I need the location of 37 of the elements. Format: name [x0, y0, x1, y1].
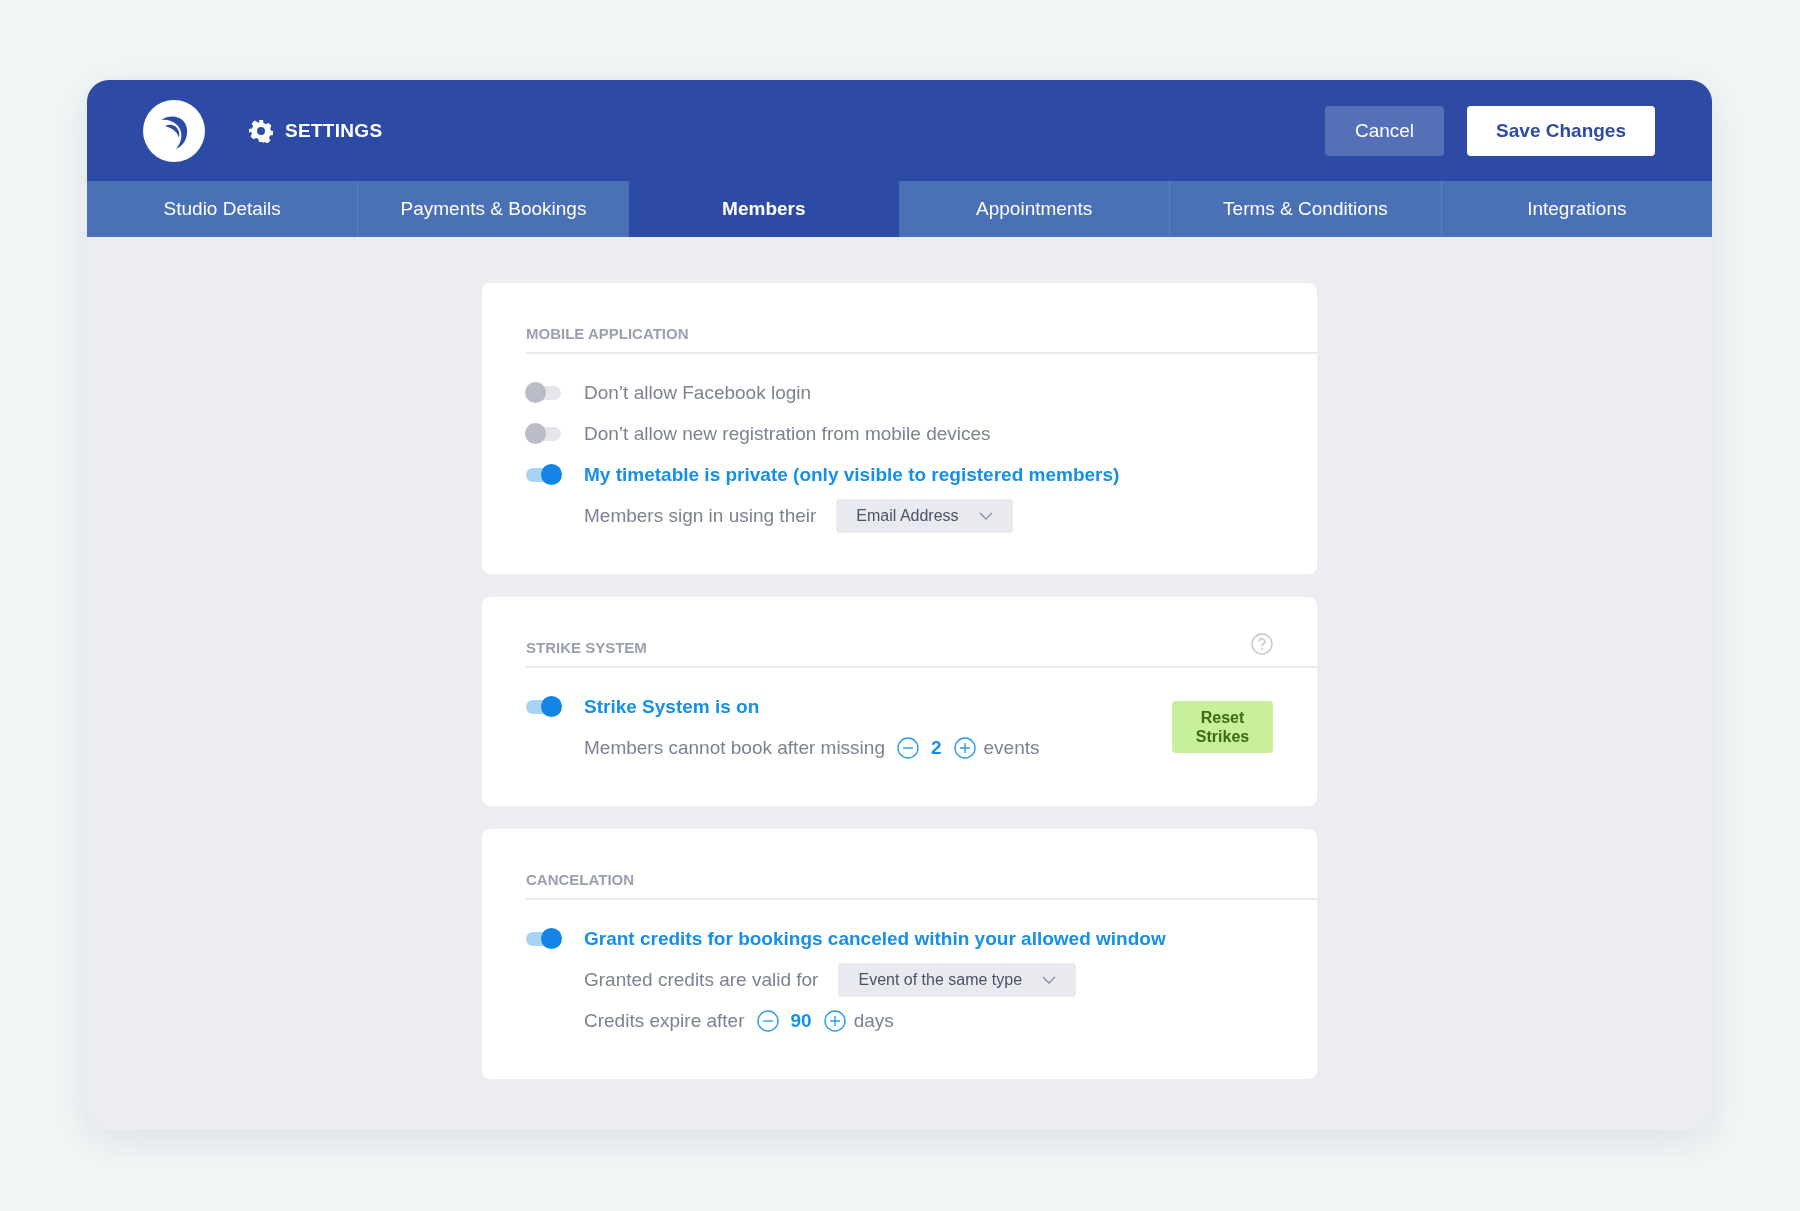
toggle-switch[interactable] [526, 467, 561, 482]
chevron-icon [1042, 975, 1057, 984]
chevron-icon [978, 511, 993, 520]
stepper-value: 2 [930, 736, 942, 759]
section-title: CANCELATION [526, 871, 635, 888]
plus-button[interactable] [823, 1009, 846, 1032]
field-label: Granted credits are valid for [584, 968, 819, 991]
reset-button[interactable]: Reset Strikes [1172, 701, 1273, 753]
tab[interactable]: Members [628, 181, 899, 237]
toggle-label: Don’t allow Facebook login [584, 381, 812, 404]
dropdown[interactable]: Email Address [836, 498, 1013, 533]
plus-button[interactable] [953, 736, 976, 759]
page-title: SETTINGS [285, 119, 383, 142]
toggle-switch[interactable] [526, 699, 561, 714]
toggle-label: Grant credits for bookings canceled within your allowed window [584, 927, 1166, 950]
settings-icon [249, 118, 273, 143]
field-label: Members cannot book after missing [584, 736, 885, 759]
minus-button[interactable] [896, 736, 919, 759]
dropdown[interactable]: Event of the same type [838, 962, 1077, 997]
stepper-value: 90 [790, 1009, 812, 1032]
section-title: STRIKE SYSTEM [526, 639, 647, 656]
unit-label: events [983, 736, 1040, 759]
save-button[interactable]: Save Changes [1467, 105, 1655, 156]
toggle-label: Strike System is on [584, 695, 760, 718]
minus-button[interactable] [756, 1009, 779, 1032]
toggle-label: My timetable is private (only visible to registered members) [584, 463, 1120, 486]
field-label: Credits expire after [584, 1009, 745, 1032]
section-title: MOBILE APPLICATION [526, 325, 689, 342]
logo-icon [143, 99, 205, 162]
field-label: Members sign in using their [584, 504, 817, 527]
toggle-label: Don’t allow new registration from mobile devices [584, 422, 991, 445]
help-icon[interactable] [1251, 632, 1273, 655]
toggle-switch[interactable] [526, 931, 561, 946]
unit-label: days [853, 1009, 894, 1032]
cancel-button[interactable]: Cancel [1324, 105, 1445, 156]
toggle-switch[interactable] [526, 426, 561, 441]
toggle-switch[interactable] [526, 385, 561, 400]
